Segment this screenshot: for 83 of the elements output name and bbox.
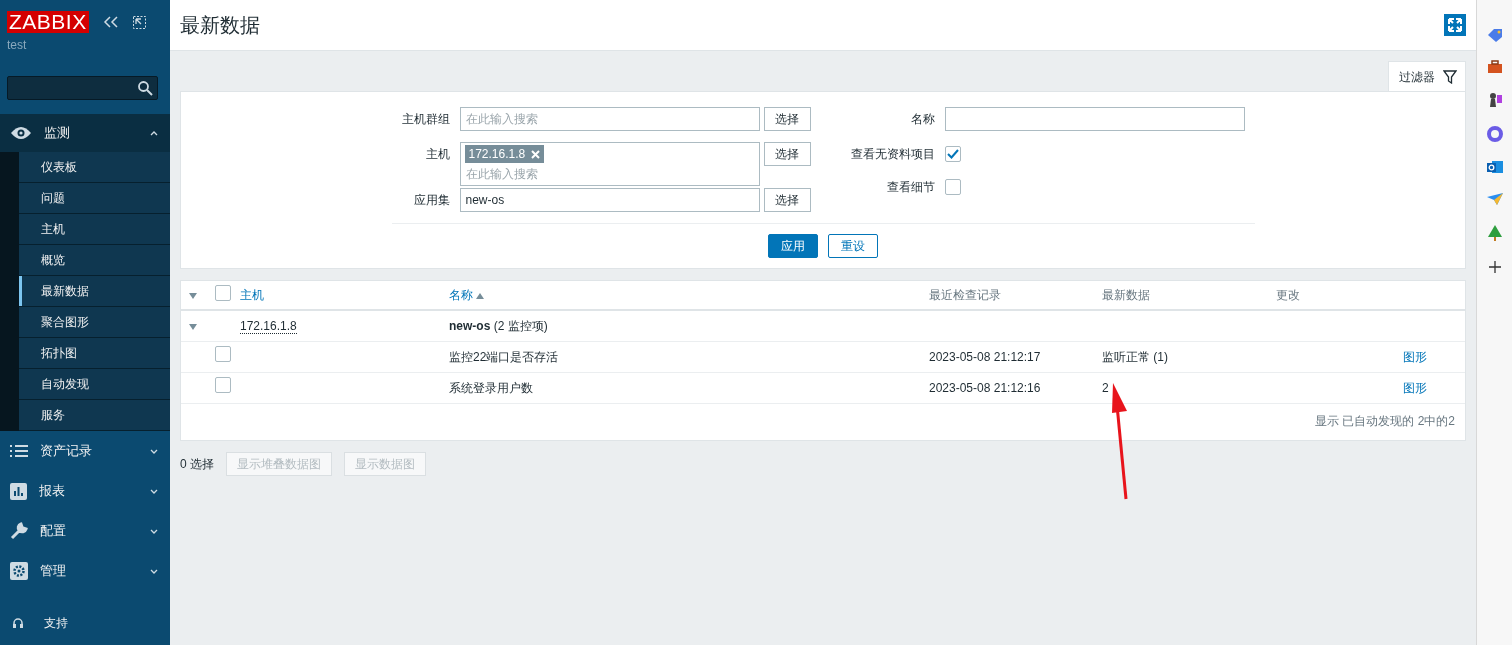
menu-item[interactable]: 配置	[0, 511, 170, 551]
checkbox[interactable]	[944, 146, 961, 162]
support-link[interactable]: 支持	[44, 614, 68, 632]
search-icon[interactable]	[137, 80, 153, 96]
submenu-item[interactable]: 主机	[19, 214, 170, 245]
chevron-icon	[150, 568, 158, 574]
table-cell: 2023-05-08 21:12:16	[929, 380, 1041, 395]
select-button[interactable]: 选择	[763, 142, 811, 166]
chevron-icon	[150, 488, 158, 494]
select-button[interactable]: 选择	[763, 107, 811, 131]
submenu-item[interactable]: 服务	[19, 400, 170, 431]
expand-all-icon[interactable]	[189, 292, 197, 299]
page-title: 最新数据	[180, 13, 260, 37]
tree-icon[interactable]	[1486, 224, 1503, 242]
apply-button[interactable]: 应用	[768, 234, 818, 258]
summary-text: 显示 已自动发现的 2中的2	[1315, 413, 1455, 428]
input-field[interactable]: new-os	[459, 188, 760, 212]
field-label: 主机	[424, 146, 451, 163]
checkbox[interactable]	[215, 377, 231, 393]
checkbox[interactable]	[215, 284, 231, 301]
logo[interactable]: ZABBIX	[7, 11, 89, 33]
chevron-icon	[150, 528, 158, 534]
server-name: test	[6, 37, 28, 54]
tag-icon[interactable]	[1486, 28, 1503, 42]
submenu-item[interactable]: 自动发现	[19, 369, 170, 400]
table-cell: 2	[1102, 380, 1109, 395]
table-cell: 监听正常 (1)	[1102, 349, 1168, 364]
table-cell: 2023-05-08 21:12:17	[929, 349, 1041, 364]
paper-plane-icon[interactable]	[1486, 192, 1503, 206]
menu-item[interactable]: 监测	[0, 114, 170, 152]
bar-chart-icon	[10, 482, 27, 500]
graph-link[interactable]: 图形	[1403, 380, 1427, 395]
chevron-icon	[150, 448, 158, 454]
fullscreen-icon[interactable]	[1444, 14, 1466, 36]
column-header[interactable]: 名称	[449, 288, 473, 302]
kiosk-mode-icon[interactable]	[132, 15, 146, 29]
submenu-item[interactable]: 拓扑图	[19, 338, 170, 369]
chevron-icon	[150, 130, 158, 136]
column-header: 更改	[1276, 288, 1300, 302]
field-label: 名称	[909, 111, 936, 128]
selected-count: 0 选择	[180, 455, 214, 473]
search-field[interactable]	[7, 76, 158, 100]
application-name: new-os (2 监控项)	[449, 318, 548, 333]
expand-icon[interactable]	[189, 323, 197, 330]
column-header[interactable]: 主机	[240, 288, 264, 302]
input-field[interactable]	[944, 107, 1245, 131]
column-header: 最近检查记录	[929, 288, 1001, 302]
menu-item[interactable]: 资产记录	[0, 431, 170, 471]
menu-item[interactable]: 报表	[0, 471, 170, 511]
column-header: 最新数据	[1102, 288, 1150, 302]
field-label: 查看无资料项目	[849, 146, 936, 163]
submenu-item[interactable]: 聚合图形	[19, 307, 170, 338]
table-cell: 监控22端口是否存活	[449, 349, 559, 364]
checkbox[interactable]	[944, 179, 961, 195]
submenu-item[interactable]: 仪表板	[19, 152, 170, 183]
filter-icon	[1443, 69, 1457, 84]
menu-item[interactable]: 管理	[0, 551, 170, 591]
plus-icon[interactable]	[1487, 260, 1502, 274]
field-label: 应用集	[412, 192, 451, 209]
mail-icon[interactable]	[1486, 160, 1503, 174]
toolbox-icon[interactable]	[1486, 60, 1503, 74]
submenu-item[interactable]: 最新数据	[19, 276, 170, 307]
select-button[interactable]: 选择	[763, 188, 811, 212]
ring-icon[interactable]	[1486, 126, 1503, 142]
graph-link[interactable]: 图形	[1403, 349, 1427, 364]
headset-icon[interactable]	[12, 617, 24, 629]
table-cell: 系统登录用户数	[449, 380, 533, 395]
host-link[interactable]: 172.16.1.8	[240, 318, 297, 334]
reset-button[interactable]: 重设	[828, 234, 878, 258]
input-field[interactable]: 在此输入搜索	[459, 107, 760, 131]
host-tag: 172.16.1.8	[464, 145, 545, 163]
collapse-icon[interactable]	[102, 15, 119, 29]
filter-tab[interactable]: 过滤器	[1388, 61, 1466, 91]
eye-icon	[10, 126, 32, 140]
remove-icon[interactable]	[531, 149, 541, 159]
field-label: 查看细节	[885, 179, 936, 196]
submenu-item[interactable]: 问题	[19, 183, 170, 214]
gear-icon	[10, 562, 28, 580]
wrench-icon	[10, 522, 28, 540]
checkbox[interactable]	[215, 346, 231, 362]
field-label: 主机群组	[400, 111, 451, 128]
list-icon	[10, 445, 28, 457]
submenu-item[interactable]: 概览	[19, 245, 170, 276]
